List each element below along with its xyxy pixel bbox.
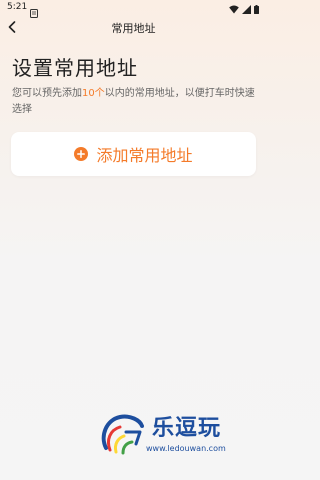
- signal-icon: [242, 0, 251, 18]
- desc-prefix: 您可以预先添加: [12, 88, 82, 99]
- status-bar: 5:21: [0, 0, 267, 18]
- battery-icon: [254, 0, 259, 18]
- page-description: 您可以预先添加10个以内的常用地址，以便打车时快速选择: [12, 86, 257, 118]
- wifi-icon: [229, 0, 239, 18]
- status-icons: [229, 3, 259, 14]
- add-address-button[interactable]: 添加常用地址: [11, 132, 256, 176]
- nav-title: 常用地址: [111, 22, 156, 35]
- watermark-brand: 乐逗玩: [152, 416, 222, 441]
- page-title: 设置常用地址: [12, 56, 138, 80]
- desc-count: 10个: [82, 88, 105, 99]
- status-time: 5:21: [7, 2, 28, 12]
- watermark-url: www.ledouwan.com: [146, 444, 226, 453]
- add-address-label: 添加常用地址: [96, 146, 193, 165]
- notification-icon: [30, 3, 38, 18]
- watermark: 乐逗玩 www.ledouwan.com: [96, 408, 266, 468]
- nav-bar: 常用地址: [0, 16, 267, 38]
- plus-circle-icon: [74, 147, 89, 161]
- brand-logo-icon: [96, 408, 148, 460]
